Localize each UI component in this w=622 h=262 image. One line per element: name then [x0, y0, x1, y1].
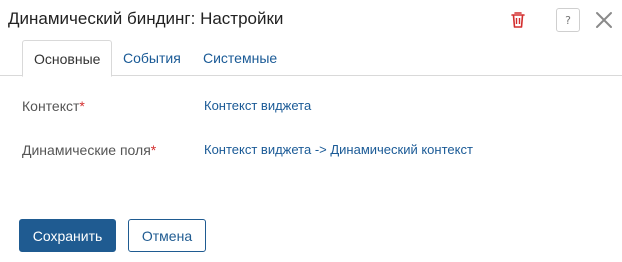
- help-button[interactable]: ?: [556, 8, 580, 32]
- delete-button[interactable]: [508, 10, 528, 30]
- dialog-title: Динамический биндинг: Настройки: [8, 9, 284, 28]
- context-label-text: Контекст: [22, 98, 80, 114]
- required-mark: *: [79, 98, 85, 114]
- tab-bar: Основные События Системные: [0, 40, 622, 77]
- dynamic-fields-label: Динамические поля*: [22, 142, 156, 158]
- tab-main[interactable]: Основные: [22, 40, 113, 77]
- required-mark: *: [150, 142, 157, 158]
- help-icon: ?: [565, 13, 571, 27]
- close-icon: [596, 12, 612, 28]
- close-button[interactable]: [594, 10, 614, 30]
- cancel-button[interactable]: Отмена: [128, 219, 206, 252]
- tab-events[interactable]: События: [123, 40, 181, 76]
- dynamic-fields-value-link[interactable]: Контекст виджета -> Динамический контекс…: [204, 142, 473, 157]
- dynamic-fields-label-text: Динамические поля: [22, 142, 151, 158]
- save-button[interactable]: Сохранить: [19, 219, 116, 252]
- trash-icon: [511, 12, 525, 28]
- context-value-link[interactable]: Контекст виджета: [204, 98, 311, 113]
- tab-system[interactable]: Системные: [203, 40, 277, 76]
- context-label: Контекст*: [22, 98, 85, 114]
